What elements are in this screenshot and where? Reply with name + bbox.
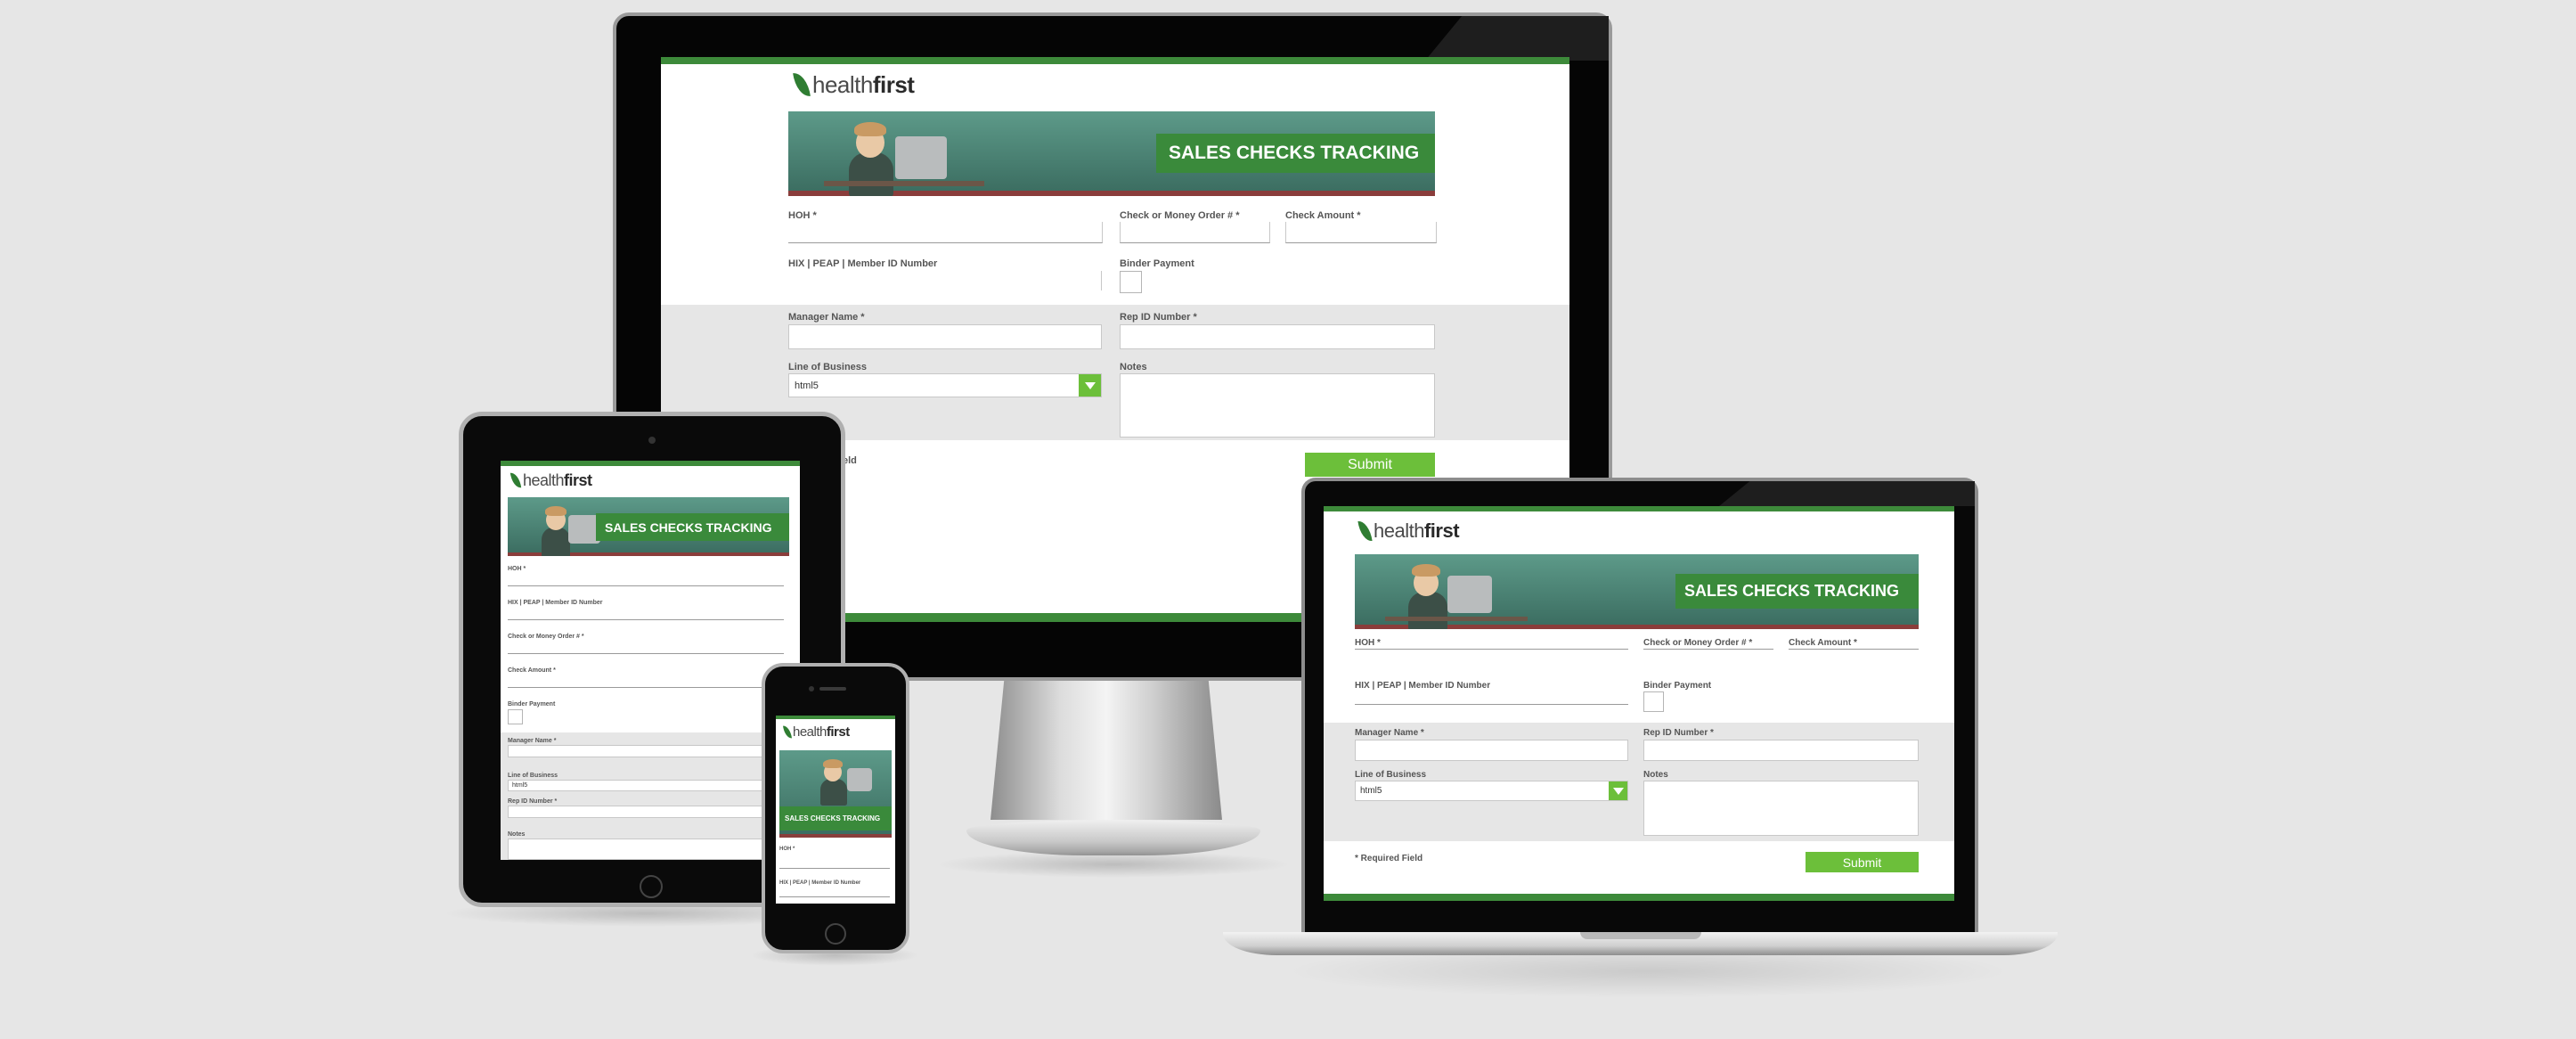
- banner-title: SALES CHECKS TRACKING: [1156, 134, 1435, 173]
- hix-label: HIX | PEAP | Member ID Number: [788, 258, 938, 269]
- monitor-stand-neck: [990, 677, 1222, 820]
- binder-checkbox[interactable]: [1643, 691, 1664, 712]
- hix-input[interactable]: [1355, 691, 1628, 705]
- check-number-label: Check or Money Order # *: [1643, 638, 1753, 648]
- hoh-label: HOH *: [508, 566, 526, 572]
- laptop-notch: [1580, 932, 1701, 939]
- rep-input[interactable]: [1643, 740, 1919, 761]
- check-amount-label: Check Amount *: [508, 667, 556, 674]
- hix-input[interactable]: [779, 888, 890, 897]
- lob-label: Line of Business: [1355, 770, 1427, 780]
- check-amount-label: Check Amount *: [1285, 210, 1361, 221]
- lob-label: Line of Business: [508, 773, 558, 779]
- binder-label: Binder Payment: [508, 701, 556, 708]
- chevron-down-icon: [1609, 781, 1627, 800]
- banner-title: SALES CHECKS TRACKING: [1675, 574, 1919, 609]
- tablet-home-button[interactable]: [640, 875, 663, 898]
- submit-button[interactable]: Submit: [1806, 852, 1919, 872]
- binder-label: Binder Payment: [1120, 258, 1194, 269]
- manager-input[interactable]: [508, 745, 784, 757]
- binder-checkbox[interactable]: [508, 709, 523, 724]
- healthfirst-logo: health first: [1357, 519, 1460, 544]
- lob-select[interactable]: html5: [1355, 781, 1628, 801]
- header-banner: SALES CHECKS TRACKING: [1355, 554, 1919, 629]
- leaf-icon: [793, 71, 811, 98]
- header-banner: SALES CHECKS TRACKING: [508, 497, 789, 556]
- hix-label: HIX | PEAP | Member ID Number: [779, 880, 861, 886]
- check-amount-input[interactable]: [508, 675, 784, 688]
- top-accent-bar: [661, 57, 1569, 64]
- manager-input[interactable]: [788, 324, 1102, 349]
- hoh-input[interactable]: [508, 573, 784, 586]
- check-number-input[interactable]: [1120, 222, 1270, 243]
- hoh-label: HOH *: [788, 210, 817, 221]
- banner-title: SALES CHECKS TRACKING: [596, 513, 789, 541]
- lob-select[interactable]: html5: [788, 373, 1102, 397]
- hoh-input[interactable]: [1355, 649, 1628, 650]
- check-amount-input[interactable]: [1789, 649, 1919, 650]
- top-accent-bar: [501, 461, 800, 466]
- leaf-icon: [509, 471, 522, 489]
- check-number-input[interactable]: [508, 641, 784, 654]
- hoh-label: HOH *: [1355, 638, 1381, 648]
- manager-label: Manager Name *: [508, 738, 557, 744]
- lob-label: Line of Business: [788, 362, 868, 372]
- check-number-label: Check or Money Order # *: [1120, 210, 1240, 221]
- monitor-stand-base: [966, 820, 1260, 855]
- binder-label: Binder Payment: [1643, 681, 1712, 691]
- manager-label: Manager Name *: [1355, 728, 1424, 738]
- laptop-screen: health first SALES CHECKS TRACKING HOH * …: [1324, 506, 1954, 901]
- notes-textarea[interactable]: [508, 839, 784, 860]
- laptop-image: [847, 768, 872, 791]
- phone-speaker: [819, 687, 846, 691]
- rep-label: Rep ID Number *: [1643, 728, 1714, 738]
- tablet-camera: [648, 437, 656, 444]
- notes-textarea[interactable]: [1120, 373, 1435, 438]
- phone-screen: health first SALES CHECKS TRACKING HOH * …: [776, 716, 895, 904]
- lob-select[interactable]: html5: [508, 780, 784, 791]
- rep-input[interactable]: [1120, 324, 1435, 349]
- notes-label: Notes: [1120, 362, 1147, 372]
- notes-textarea[interactable]: [1643, 781, 1919, 836]
- leaf-icon: [782, 724, 793, 739]
- banner-title: SALES CHECKS TRACKING: [779, 806, 892, 830]
- chevron-down-icon: [1079, 374, 1101, 397]
- header-banner: SALES CHECKS TRACKING: [788, 111, 1435, 196]
- required-field-note: * Required Field: [1355, 854, 1423, 863]
- hoh-input[interactable]: [779, 854, 890, 869]
- healthfirst-logo: health first: [509, 470, 592, 491]
- submit-button[interactable]: Submit: [1305, 453, 1435, 477]
- healthfirst-logo: health first: [793, 70, 915, 100]
- check-amount-input[interactable]: [1285, 222, 1437, 243]
- leaf-icon: [1357, 520, 1373, 543]
- check-number-input[interactable]: [1643, 649, 1773, 650]
- check-amount-label: Check Amount *: [1789, 638, 1857, 648]
- laptop-image: [895, 136, 947, 179]
- manager-label: Manager Name *: [788, 312, 865, 323]
- top-accent-bar: [776, 716, 895, 719]
- monitor-stand-shadow: [935, 851, 1292, 878]
- laptop-image: [1447, 576, 1492, 613]
- notes-label: Notes: [508, 831, 526, 838]
- hix-label: HIX | PEAP | Member ID Number: [1355, 681, 1491, 691]
- rep-label: Rep ID Number *: [508, 798, 558, 805]
- manager-input[interactable]: [1355, 740, 1628, 761]
- rep-input[interactable]: [508, 806, 784, 818]
- healthfirst-logo: health first: [782, 723, 850, 740]
- hix-input[interactable]: [508, 607, 784, 620]
- phone-home-button[interactable]: [825, 923, 846, 945]
- phone-camera: [809, 686, 814, 691]
- rep-label: Rep ID Number *: [1120, 312, 1197, 323]
- top-accent-bar: [1324, 506, 1954, 511]
- hix-label: HIX | PEAP | Member ID Number: [508, 600, 603, 606]
- hoh-label: HOH *: [779, 847, 795, 852]
- notes-label: Notes: [1643, 770, 1668, 780]
- hoh-input[interactable]: [788, 222, 1103, 243]
- hix-input[interactable]: [788, 271, 1102, 290]
- binder-checkbox[interactable]: [1120, 271, 1142, 293]
- bottom-accent-bar: [1324, 894, 1954, 901]
- check-number-label: Check or Money Order # *: [508, 634, 584, 640]
- tablet-screen: health first SALES CHECKS TRACKING HOH * …: [501, 461, 800, 860]
- header-banner: SALES CHECKS TRACKING: [779, 750, 892, 838]
